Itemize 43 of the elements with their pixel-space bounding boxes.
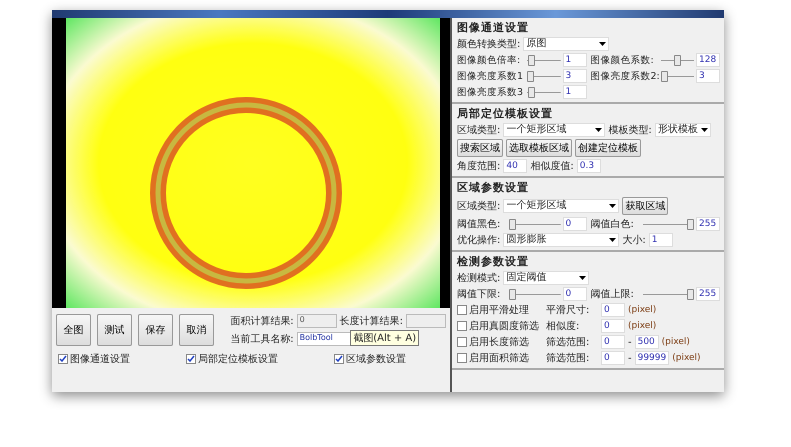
field-label: 优化操作: bbox=[457, 234, 500, 247]
section-title: 图像通道设置 bbox=[457, 20, 530, 35]
checkbox-label: 图像通道设置 bbox=[70, 352, 130, 366]
field-label: 面积计算结果: bbox=[230, 314, 294, 328]
field-label: 角度范围: bbox=[457, 160, 500, 173]
unit-label: (pixel) bbox=[672, 353, 701, 363]
slider-label: 图像颜色倍率: bbox=[457, 54, 522, 66]
range-separator: - bbox=[628, 352, 632, 364]
slider-label: 阈值上限: bbox=[590, 288, 635, 301]
slider-label: 阈值黑色: bbox=[457, 218, 502, 231]
field-label: 平滑尺寸: bbox=[546, 304, 590, 317]
unit-label: (pixel) bbox=[662, 337, 690, 347]
checkbox-label: 区域参数设置 bbox=[346, 352, 406, 366]
slider-label: 图像亮度系数3 bbox=[457, 86, 524, 98]
checkbox-label: 启用面积筛选 bbox=[469, 352, 529, 365]
slider-label: 图像颜色系数: bbox=[590, 54, 655, 66]
field-label: 筛选范围: bbox=[546, 336, 590, 349]
field-label: 相似度值: bbox=[530, 160, 574, 173]
field-label: 区域类型: bbox=[457, 124, 500, 137]
slider-label: 图像亮度系数2: bbox=[590, 70, 658, 82]
unit-label: (pixel) bbox=[628, 321, 656, 331]
checkbox-label: 局部定位模板设置 bbox=[198, 352, 278, 366]
field-label: 相似度: bbox=[546, 320, 580, 333]
checkbox-label: 启用真圆度筛选 bbox=[469, 320, 539, 333]
slider-label: 图像亮度系数1 bbox=[457, 70, 524, 82]
slider-label: 阈值白色: bbox=[590, 218, 635, 231]
unit-label: (pixel) bbox=[628, 305, 656, 315]
field-label: 区域类型: bbox=[457, 200, 500, 213]
slider-label: 阈值下限: bbox=[457, 288, 502, 301]
range-separator: - bbox=[628, 336, 632, 348]
section-title: 局部定位模板设置 bbox=[457, 106, 554, 121]
field-label: 长度计算结果: bbox=[340, 314, 403, 328]
checkbox-label: 启用平滑处理 bbox=[469, 304, 529, 317]
tooltip: 截图(Alt + A) bbox=[350, 330, 420, 346]
section-title: 区域参数设置 bbox=[457, 180, 530, 195]
field-label: 筛选范围: bbox=[546, 352, 590, 365]
field-label: 大小: bbox=[622, 234, 646, 247]
checkbox-label: 启用长度筛选 bbox=[469, 336, 529, 349]
field-label: 检测模式: bbox=[457, 272, 500, 285]
section-title: 检测参数设置 bbox=[457, 254, 530, 269]
field-label: 颜色转换类型: bbox=[457, 38, 520, 51]
field-label: 当前工具名称: bbox=[230, 332, 294, 346]
field-label: 模板类型: bbox=[608, 124, 652, 137]
